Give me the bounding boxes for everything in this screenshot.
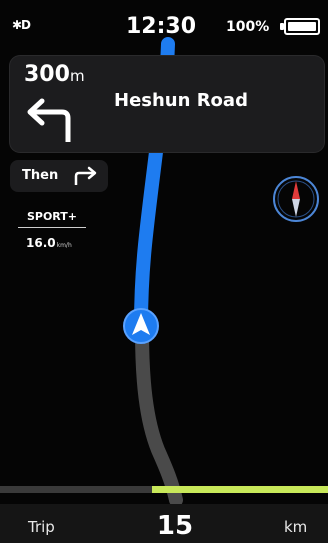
traveled-route [135, 323, 183, 507]
speed-value: 16.0 [26, 236, 56, 250]
battery-icon [280, 18, 320, 35]
progress-fill [152, 486, 328, 493]
ride-mode-panel: SPORT+ 16.0km/h [18, 210, 86, 251]
assist-mode: SPORT+ [18, 210, 86, 228]
status-bar: ✱D 12:30 100% [0, 0, 328, 44]
trip-bar: Trip 15 km [0, 504, 328, 543]
turn-left-icon [27, 98, 71, 142]
navigation-instruction-card[interactable]: 300m Heshun Road [10, 56, 324, 152]
then-label: Then [22, 168, 59, 183]
trip-label: Trip [28, 518, 55, 536]
distance-value: 300 [24, 62, 70, 87]
navigation-screen: ✱D 12:30 100% 300m Heshun Road Then SPOR… [0, 0, 328, 543]
street-name: Heshun Road [114, 90, 248, 111]
speed-readout: 16.0km/h [18, 232, 86, 251]
next-maneuver-chip[interactable]: Then [10, 160, 108, 192]
maneuver-distance: 300m [24, 62, 85, 87]
clock: 12:30 [126, 14, 197, 39]
trip-distance: 15 [156, 511, 194, 541]
compass-icon[interactable] [271, 174, 321, 224]
speed-unit: km/h [56, 242, 72, 249]
distance-unit: m [69, 67, 85, 85]
trip-unit: km [284, 518, 308, 536]
location-arrow-icon [123, 308, 159, 344]
bluetooth-icon: ✱D [12, 18, 31, 32]
turn-right-icon [74, 166, 97, 185]
battery-percentage: 100% [226, 19, 270, 35]
